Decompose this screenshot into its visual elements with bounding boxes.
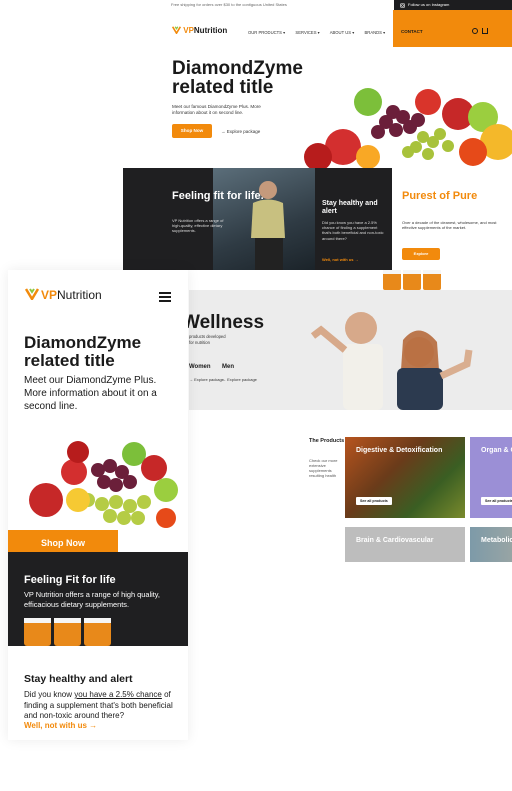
products-text: Check our more extensive supplements res… (309, 458, 338, 478)
explore-women-link[interactable]: → Explore package (189, 377, 224, 382)
fruit-pile-image (304, 88, 512, 170)
instagram-label: Follow us on Instagram (408, 2, 450, 7)
fruit-pile-image (29, 441, 178, 528)
cart-icon[interactable] (482, 28, 488, 34)
mobile-mockup: VPNutrition DiamondZyme related title Me… (8, 270, 188, 740)
logo-name: Nutrition (193, 26, 228, 35)
menu-icon[interactable] (159, 292, 171, 302)
stay-healthy-text: Did you know you have a 2.5% chance of f… (322, 220, 384, 241)
purest-text: Over a decade of the cleanest, wholesome… (402, 220, 497, 231)
purest-title: Purest of Pure (402, 190, 478, 202)
explore-package-link[interactable]: → Explore package (221, 129, 260, 134)
user-icon[interactable] (472, 28, 478, 34)
purest-explore-button[interactable]: Explore (402, 248, 440, 260)
men-label[interactable]: Men (222, 364, 234, 370)
tile-title: Organ & Glandular (481, 447, 512, 454)
supplement-jars-image (383, 270, 441, 290)
instagram-bar[interactable]: Follow us on Instagram (394, 0, 512, 10)
logo-prefix: VP (183, 26, 194, 35)
desktop-logo[interactable]: VPNutrition (171, 26, 228, 35)
mobile-hero-title: DiamondZyme related title (24, 333, 142, 370)
tile-brain[interactable]: Brain & Cardiovascular (345, 527, 465, 562)
contact-link[interactable]: CONTACT (401, 29, 423, 34)
header-accent: CONTACT (393, 10, 512, 47)
logo-name: Nutrition (57, 288, 102, 302)
logo-mark-icon (171, 26, 182, 35)
wellness-section: Wellness products developed for nutritio… (182, 290, 512, 410)
stay-healthy-title: Stay healthy and alert (322, 200, 378, 215)
tile-metabolic[interactable]: Metabolic Maintenance (470, 527, 512, 562)
tile-title: Digestive & Detoxification (356, 447, 443, 454)
stay-healthy-section: Stay healthy and alert Did you know you … (315, 168, 392, 270)
stat-highlight: you have a 2.5% chance (74, 690, 162, 699)
couple-photo (310, 312, 473, 410)
mobile-stay-text: Did you know you have a 2.5% chance of f… (24, 690, 173, 720)
nav-brands[interactable]: BRANDS ▾ (365, 30, 386, 35)
nav-about-us[interactable]: ABOUT US ▾ (330, 30, 355, 35)
feeling-fit-title: Feeling fit for life. (172, 190, 264, 202)
shipping-notice[interactable]: Free shipping for orders over $30 to the… (171, 2, 287, 7)
well-not-with-us-link[interactable]: Well, not with us → (322, 257, 359, 262)
wellness-text: products developed for nutrition (189, 334, 226, 345)
mobile-well-not-with-us-link[interactable]: Well, not with us → (24, 721, 97, 730)
supplement-jars-image (24, 618, 111, 646)
mobile-logo[interactable]: VPNutrition (25, 288, 102, 302)
feeling-fit-text: VP Nutrition offers a range of high-qual… (172, 218, 224, 233)
see-all-products-button[interactable]: See all products (481, 497, 512, 505)
explore-men-link[interactable]: → Explore package (222, 377, 257, 382)
mobile-hero-subtitle: Meet our DiamondZyme Plus. More informat… (24, 375, 157, 412)
top-bar: Free shipping for orders over $30 to the… (123, 0, 512, 10)
see-all-products-button[interactable]: See all products (356, 497, 392, 505)
nav-our-products[interactable]: OUR PRODUCTS ▾ (248, 30, 285, 35)
tile-title: Brain & Cardiovascular (356, 537, 434, 544)
logo-prefix: VP (41, 288, 58, 302)
mobile-feeling-text: VP Nutrition offers a range of high qual… (24, 590, 160, 609)
wellness-title: Wellness (182, 312, 265, 333)
mobile-stay-title: Stay healthy and alert (24, 673, 133, 685)
shop-now-button[interactable]: Shop Now (172, 124, 212, 138)
women-label[interactable]: Women (189, 364, 211, 370)
tile-digestive[interactable]: Digestive & Detoxification See all produ… (345, 437, 465, 518)
hero-subtitle: Meet our famous DiamondZyme Plus. More i… (172, 104, 261, 115)
main-nav: OUR PRODUCTS ▾ SERVICES ▾ ABOUT US ▾ BRA… (248, 30, 394, 35)
mobile-feeling-title: Feeling Fit for life (24, 574, 116, 586)
logo-mark-icon (25, 288, 39, 300)
tile-organ[interactable]: Organ & Glandular See all products (470, 437, 512, 518)
feeling-fit-section: Feeling fit for life. VP Nutrition offer… (123, 168, 315, 270)
products-heading: The Products (309, 438, 345, 444)
nav-services[interactable]: SERVICES ▾ (295, 30, 319, 35)
tile-title: Metabolic Maintenance (481, 537, 512, 544)
instagram-icon (400, 2, 405, 8)
